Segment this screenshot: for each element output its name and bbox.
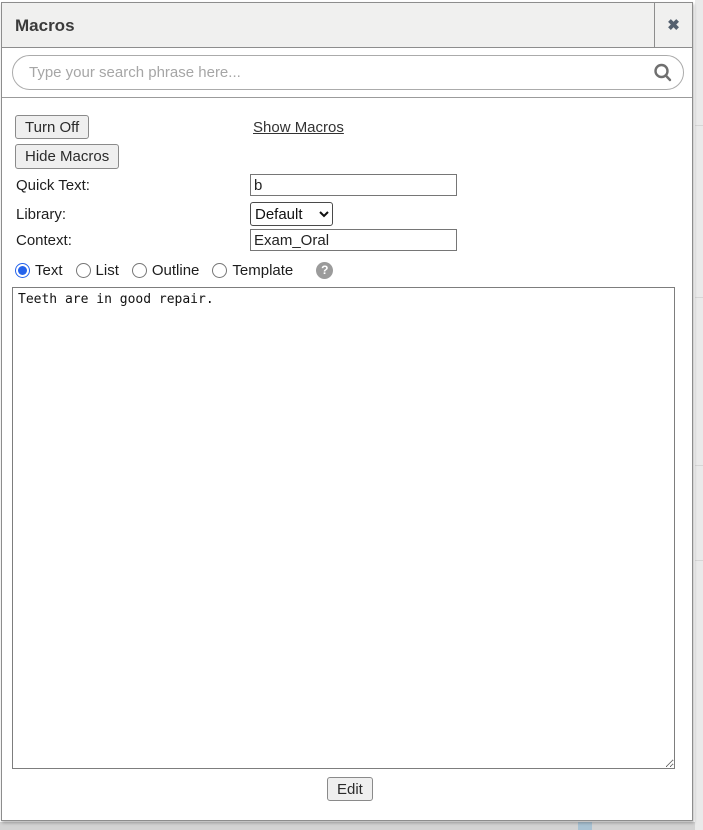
context-input[interactable] bbox=[250, 229, 457, 251]
radio-template[interactable] bbox=[212, 263, 227, 278]
macro-content-textarea[interactable]: Teeth are in good repair. bbox=[12, 287, 675, 769]
search-section bbox=[2, 48, 692, 98]
turn-off-button[interactable]: Turn Off bbox=[15, 115, 89, 139]
show-macros-link[interactable]: Show Macros bbox=[253, 119, 344, 136]
library-select[interactable]: Default bbox=[250, 202, 333, 226]
radio-outline-label[interactable]: Outline bbox=[152, 262, 200, 279]
close-button[interactable]: ✖ bbox=[654, 3, 692, 47]
search-icon[interactable] bbox=[643, 62, 683, 84]
dialog-header: Macros ✖ bbox=[2, 3, 692, 48]
macro-type-radio-group: Text List Outline Template ? bbox=[15, 260, 333, 280]
quick-text-input[interactable] bbox=[250, 174, 457, 196]
library-label: Library: bbox=[16, 206, 66, 223]
context-label: Context: bbox=[16, 232, 72, 249]
radio-list-label[interactable]: List bbox=[96, 262, 119, 279]
radio-list[interactable] bbox=[76, 263, 91, 278]
background-divider bbox=[695, 125, 703, 126]
macros-dialog: Macros ✖ Turn Off Show Macros Hide Macro… bbox=[1, 2, 693, 821]
background-divider bbox=[695, 465, 703, 466]
dialog-title: Macros bbox=[15, 3, 75, 48]
search-icon-glyph bbox=[652, 62, 674, 84]
search-input[interactable] bbox=[13, 58, 643, 88]
background-divider bbox=[695, 560, 703, 561]
background-divider bbox=[695, 297, 703, 298]
background-page-sliver-right bbox=[695, 0, 703, 830]
help-icon[interactable]: ? bbox=[316, 262, 333, 279]
radio-text[interactable] bbox=[15, 263, 30, 278]
search-box bbox=[12, 55, 684, 90]
close-icon: ✖ bbox=[667, 16, 680, 34]
quick-text-label: Quick Text: bbox=[16, 177, 90, 194]
edit-button[interactable]: Edit bbox=[327, 777, 373, 801]
radio-text-label[interactable]: Text bbox=[35, 262, 63, 279]
hide-macros-button[interactable]: Hide Macros bbox=[15, 144, 119, 169]
radio-template-label[interactable]: Template bbox=[232, 262, 293, 279]
background-page-marker bbox=[578, 822, 592, 830]
radio-outline[interactable] bbox=[132, 263, 147, 278]
